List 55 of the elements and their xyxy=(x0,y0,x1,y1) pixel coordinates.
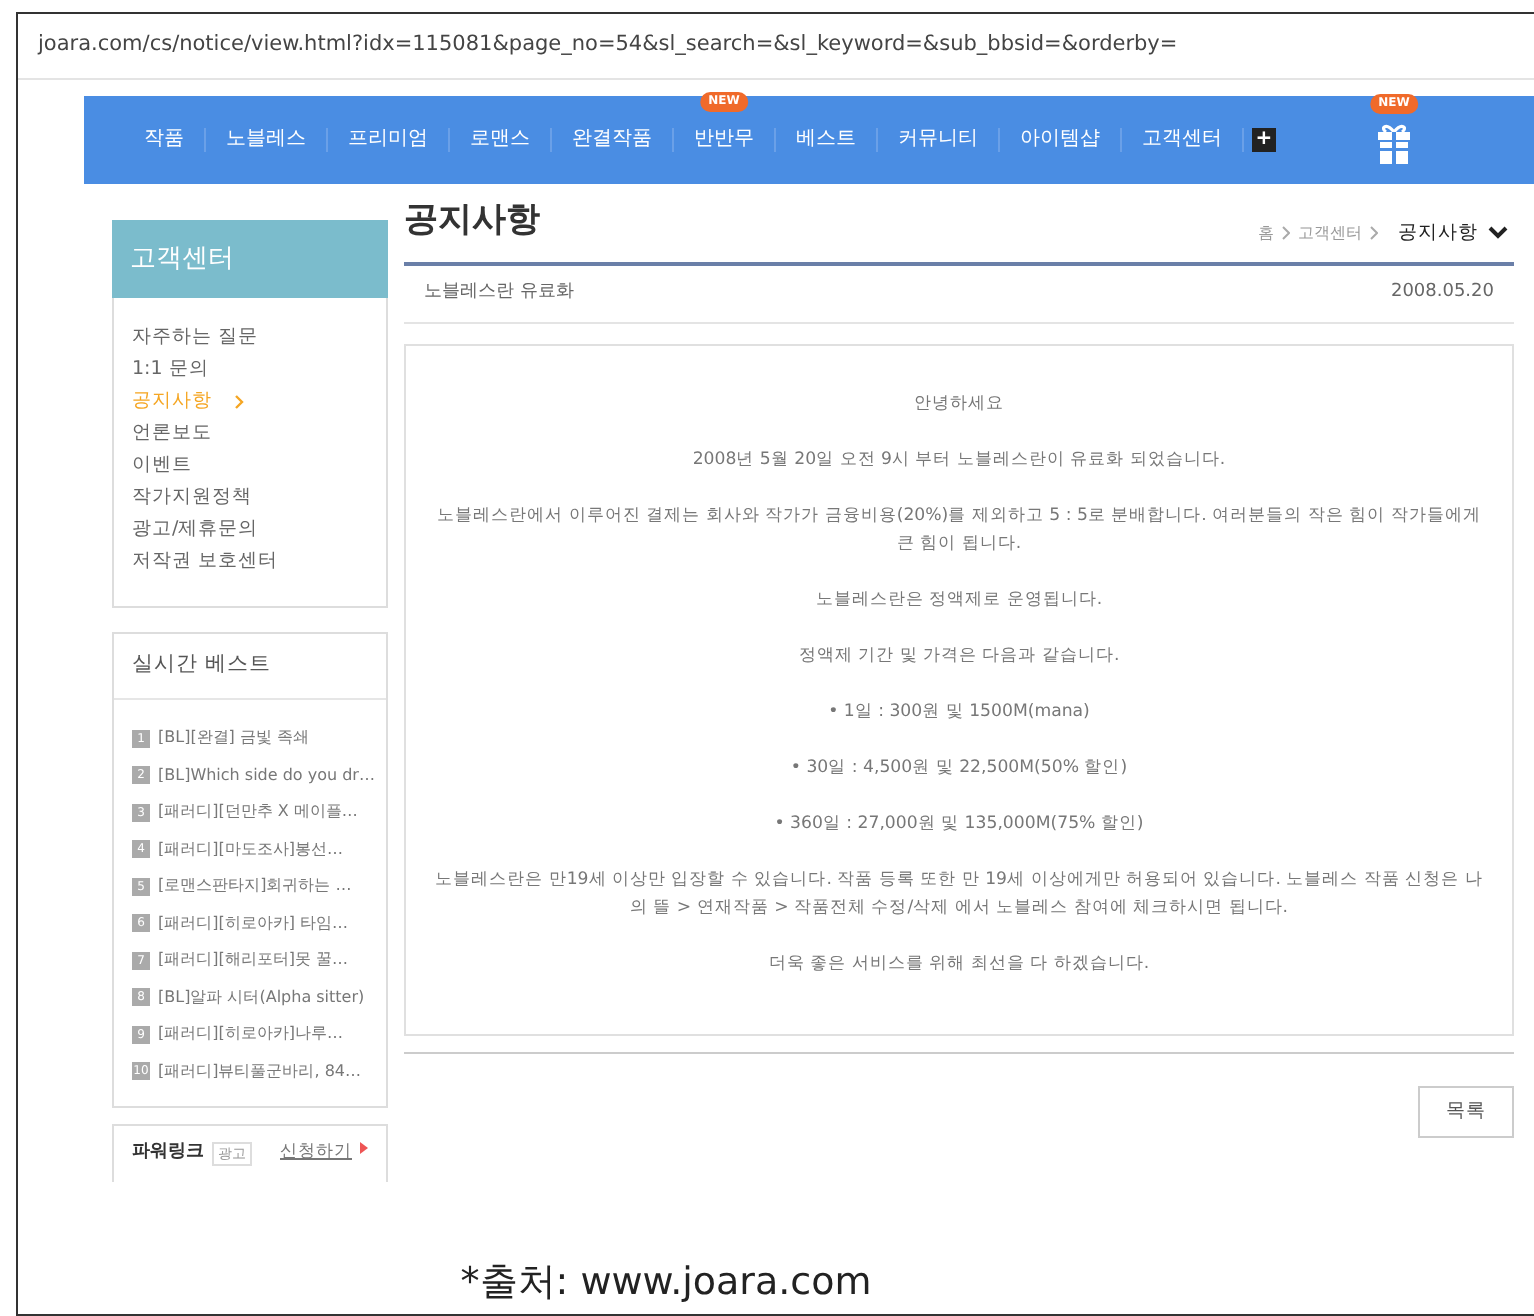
sidebar-item[interactable]: 자주하는 질문 xyxy=(132,322,368,355)
body-paragraph: 노블레스란에서 이루어진 결제는 회사와 작가가 금융비용(20%)를 제외하고 5 : 5로 분배합니다. 여러분들의 작은 힘이 작가들에게 큰 힘이 됩니다. xyxy=(435,503,1483,558)
panel-title: 파워링크 xyxy=(132,1140,204,1166)
best-link[interactable]: [패러디][해리포터]못 꿀… xyxy=(158,942,349,979)
breadcrumb-link[interactable]: 고객센터 xyxy=(1298,221,1362,246)
nav-link[interactable]: 노블레스 xyxy=(226,127,306,150)
nav-link[interactable]: 베스트 xyxy=(796,127,856,150)
source-caption: *출처: www.joara.com xyxy=(458,1257,874,1307)
body-paragraph: • 360일 : 27,000원 및 135,000M(75% 할인) xyxy=(772,811,1146,838)
nav-link[interactable]: 아이템샵 xyxy=(1020,127,1100,150)
best-link[interactable]: [로맨스판타지]회귀하는 … xyxy=(158,868,352,905)
best-link[interactable]: [패러디][히로아카]나루… xyxy=(158,1016,343,1053)
list-button[interactable]: 목록 xyxy=(1418,1085,1514,1138)
panel-title: 실시간 베스트 xyxy=(114,634,386,700)
apply-link[interactable]: 신청하기 xyxy=(280,1140,352,1167)
sidebar-item[interactable]: 작가지원정책 xyxy=(132,482,368,515)
body-paragraph: 2008년 5월 20일 오전 9시 부터 노블레스란이 유료화 되었습니다. xyxy=(690,447,1228,474)
best-link[interactable]: [패러디][던만추 X 메이플… xyxy=(158,794,358,831)
nav-link[interactable]: 커뮤니티 xyxy=(898,127,978,150)
best-link[interactable]: [패러디][히로아카] 타임… xyxy=(158,905,349,942)
chevron-icon xyxy=(234,393,245,410)
chevron-icon xyxy=(1282,226,1290,241)
nav-link[interactable]: 로맨스 xyxy=(470,127,530,150)
body-paragraph: 더욱 좋은 서비스를 위해 최선을 다 하겠습니다. xyxy=(766,951,1152,978)
best-link[interactable]: [BL]알파 시터(Alpha sitter) xyxy=(158,979,365,1016)
best-link[interactable]: [패러디][마도조사]봉선… xyxy=(158,831,343,868)
body-paragraph: 노블레스란은 만19세 이상만 입장할 수 있습니다. 작품 등록 또한 만 19세 이상에게만 허용되어 있습니다. 노블레스 작품 신청은 나의 뜰 > 연재작품 > 작품전체 수정/삭제 에서 노블레스 참여에 체크하시면 됩니다. xyxy=(434,867,1484,922)
body-paragraph: 노블레스란은 정액제로 운영됩니다. xyxy=(813,587,1105,614)
address-bar[interactable]: joara.com/cs/notice/view.html?idx=115081&page_no=54&sl_search=&sl_keyword=&sub_bbsid=&orderby= xyxy=(18,14,1534,80)
nav-link[interactable]: 반반무 xyxy=(694,127,754,150)
nav-link[interactable]: 프리미엄 xyxy=(348,127,428,150)
body-paragraph: • 1일 : 300원 및 1500M(mana) xyxy=(826,699,1092,726)
sidebar-item[interactable]: 이벤트 xyxy=(132,450,368,483)
best-link[interactable]: [BL]Which side do you dr… xyxy=(158,757,375,794)
body-paragraph: • 30일 : 4,500원 및 22,500M(50% 할인) xyxy=(788,755,1130,782)
sidebar-header: 고객센터 xyxy=(112,219,388,299)
sidebar-item[interactable]: 저작권 보호센터 xyxy=(132,546,368,579)
body-paragraph: 안녕하세요 xyxy=(912,391,1006,418)
more-button[interactable]: + xyxy=(1252,127,1276,152)
breadcrumb-link[interactable]: 홈 xyxy=(1258,221,1274,246)
best-link[interactable]: [BL][완결] 금빛 족쇄 xyxy=(158,720,310,757)
body-paragraph: 정액제 기간 및 가격은 다음과 같습니다. xyxy=(796,643,1122,670)
sidebar-item[interactable]: 광고/제휴문의 xyxy=(132,514,368,547)
caret-icon xyxy=(360,1142,368,1154)
notice-date: 2008.05.20 xyxy=(1390,280,1494,307)
page-title: 공지사항 xyxy=(404,197,540,244)
best-link[interactable]: [패러디]뷰티풀군바리, 84… xyxy=(158,1053,362,1090)
sidebar-item[interactable]: 언론보도 xyxy=(132,418,368,451)
sidebar-item[interactable]: 1:1 문의 xyxy=(132,354,368,387)
chevron-icon xyxy=(1370,226,1378,241)
gift-icon[interactable] xyxy=(1376,121,1412,166)
nav-link[interactable]: 완결작품 xyxy=(572,127,652,150)
notice-subject: 노블레스란 유료화 xyxy=(424,280,574,307)
nav-link[interactable]: 작품 xyxy=(144,127,184,150)
nav-link[interactable]: 고객센터 xyxy=(1142,127,1222,150)
